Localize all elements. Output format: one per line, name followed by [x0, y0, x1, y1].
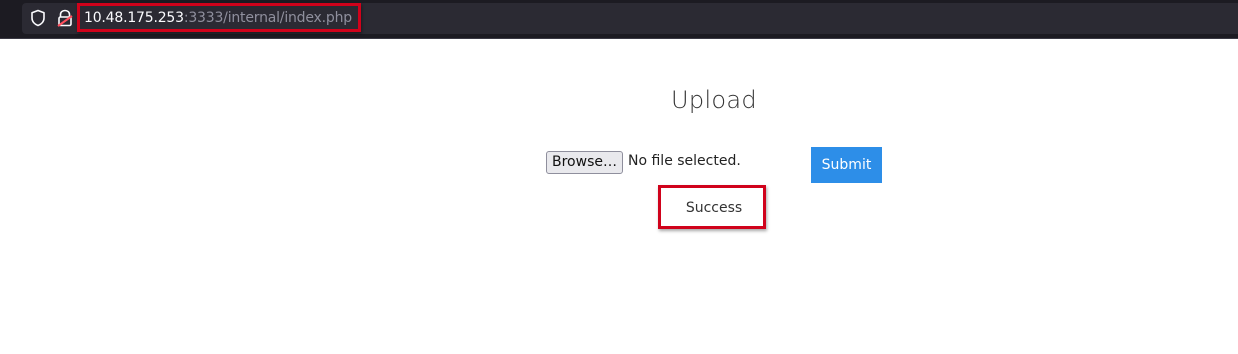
browse-button[interactable]: Browse… — [546, 151, 623, 174]
submit-button[interactable]: Submit — [811, 147, 882, 183]
file-status-text: No file selected. — [628, 153, 741, 169]
shield-icon[interactable] — [30, 9, 46, 27]
page-title: Upload — [671, 86, 757, 114]
lock-warning-icon[interactable] — [57, 9, 73, 27]
success-highlight-box — [658, 185, 766, 229]
browser-toolbar: 10.48.175.253:3333/internal/index.php — [0, 0, 1238, 39]
url-highlight-box — [77, 3, 361, 32]
